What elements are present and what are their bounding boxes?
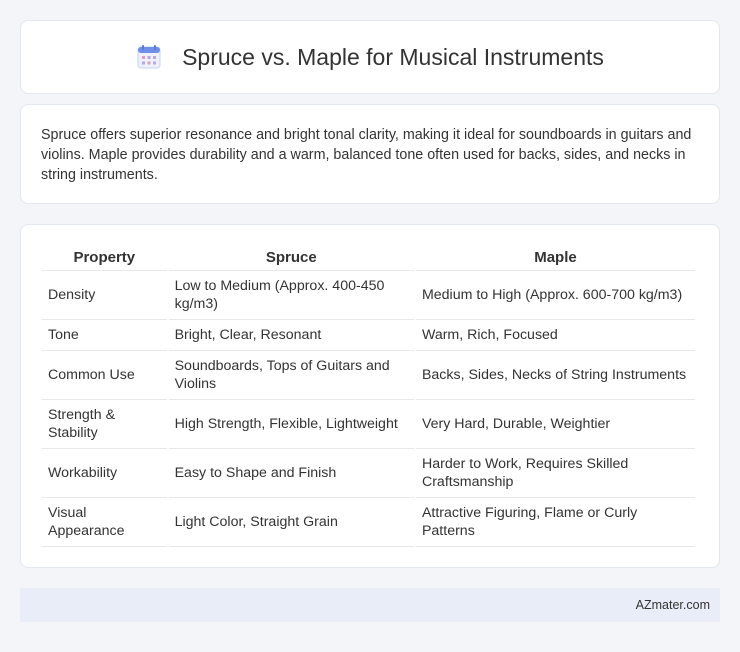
table-cell: Visual Appearance xyxy=(42,498,167,547)
table-cell: Bright, Clear, Resonant xyxy=(168,320,414,351)
table-cell: Workability xyxy=(42,449,167,498)
table-cell: Density xyxy=(42,271,167,320)
table-cell: Harder to Work, Requires Skilled Craftsm… xyxy=(415,449,695,498)
footer: AZmater.com xyxy=(20,588,720,622)
table-row: Density Low to Medium (Approx. 400-450 k… xyxy=(42,271,695,320)
table-cell: Strength & Stability xyxy=(42,400,167,449)
comparison-table-card: Property Spruce Maple Density Low to Med… xyxy=(20,224,720,568)
table-cell: Backs, Sides, Necks of String Instrument… xyxy=(415,351,695,400)
table-cell: Easy to Shape and Finish xyxy=(168,449,414,498)
table-cell: High Strength, Flexible, Lightweight xyxy=(168,400,414,449)
table-cell: Soundboards, Tops of Guitars and Violins xyxy=(168,351,414,400)
footer-site-link[interactable]: AZmater.com xyxy=(636,598,710,612)
intro-card: Spruce offers superior resonance and bri… xyxy=(20,104,720,204)
table-cell: Attractive Figuring, Flame or Curly Patt… xyxy=(415,498,695,547)
intro-text: Spruce offers superior resonance and bri… xyxy=(41,127,692,183)
title-card: Spruce vs. Maple for Musical Instruments xyxy=(20,20,720,94)
table-header-spruce: Spruce xyxy=(168,245,414,271)
table-header-property: Property xyxy=(42,245,167,271)
table-cell: Medium to High (Approx. 600-700 kg/m3) xyxy=(415,271,695,320)
table-cell: Tone xyxy=(42,320,167,351)
table-row: Tone Bright, Clear, Resonant Warm, Rich,… xyxy=(42,320,695,351)
table-cell: Light Color, Straight Grain xyxy=(168,498,414,547)
table-cell: Common Use xyxy=(42,351,167,400)
calendar-icon xyxy=(136,44,162,70)
table-cell: Very Hard, Durable, Weightier xyxy=(415,400,695,449)
table-header-maple: Maple xyxy=(415,245,695,271)
table-row: Workability Easy to Shape and Finish Har… xyxy=(42,449,695,498)
table-row: Common Use Soundboards, Tops of Guitars … xyxy=(42,351,695,400)
page-title: Spruce vs. Maple for Musical Instruments xyxy=(182,43,604,70)
table-cell: Low to Medium (Approx. 400-450 kg/m3) xyxy=(168,271,414,320)
comparison-table: Property Spruce Maple Density Low to Med… xyxy=(40,245,697,547)
table-row: Visual Appearance Light Color, Straight … xyxy=(42,498,695,547)
table-row: Strength & Stability High Strength, Flex… xyxy=(42,400,695,449)
table-cell: Warm, Rich, Focused xyxy=(415,320,695,351)
